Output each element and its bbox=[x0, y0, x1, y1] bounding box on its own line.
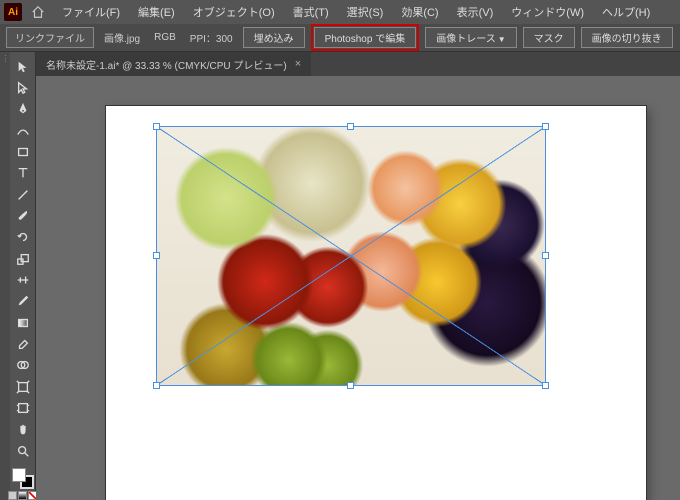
width-tool-icon[interactable] bbox=[11, 269, 35, 290]
edit-in-photoshop-button[interactable]: Photoshop で編集 bbox=[314, 27, 417, 48]
document-tab-bar: 名称未設定-1.ai* @ 33.33 % (CMYK/CPU プレビュー) × bbox=[36, 52, 680, 76]
home-icon[interactable] bbox=[30, 4, 46, 20]
curvature-tool-icon[interactable] bbox=[11, 120, 35, 141]
free-transform-tool-icon[interactable] bbox=[11, 376, 35, 397]
placed-image-selection[interactable] bbox=[156, 126, 546, 386]
menu-edit[interactable]: 編集(E) bbox=[130, 1, 183, 23]
embed-button[interactable]: 埋め込み bbox=[243, 27, 305, 48]
menu-type[interactable]: 書式(T) bbox=[285, 1, 337, 23]
hand-tool-icon[interactable] bbox=[11, 419, 35, 440]
tool-panel bbox=[10, 52, 36, 500]
line-tool-icon[interactable] bbox=[11, 184, 35, 205]
selection-tool-icon[interactable] bbox=[11, 56, 35, 77]
main-area: ⋮ 名称未設定-1.ai bbox=[0, 52, 680, 500]
menu-effect[interactable]: 効果(C) bbox=[393, 1, 446, 23]
pen-tool-icon[interactable] bbox=[11, 99, 35, 120]
crop-image-button[interactable]: 画像の切り抜き bbox=[581, 27, 673, 48]
menu-view[interactable]: 表示(V) bbox=[449, 1, 502, 23]
direct-selection-tool-icon[interactable] bbox=[11, 77, 35, 98]
chevron-down-icon: ▼ bbox=[498, 35, 506, 44]
paintbrush-tool-icon[interactable] bbox=[11, 205, 35, 226]
zoom-tool-icon[interactable] bbox=[11, 440, 35, 461]
image-trace-button[interactable]: 画像トレース▼ bbox=[425, 27, 516, 48]
scale-tool-icon[interactable] bbox=[11, 248, 35, 269]
placed-image bbox=[156, 126, 546, 386]
menu-select[interactable]: 選択(S) bbox=[339, 1, 392, 23]
menu-object[interactable]: オブジェクト(O) bbox=[185, 1, 283, 23]
control-bar: リンクファイル 画像.jpg RGB PPI：300 埋め込み Photosho… bbox=[0, 24, 680, 52]
artboard-tool-icon[interactable] bbox=[11, 398, 35, 419]
type-tool-icon[interactable] bbox=[11, 163, 35, 184]
eraser-tool-icon[interactable] bbox=[11, 333, 35, 354]
gradient-tool-icon[interactable] bbox=[11, 312, 35, 333]
link-file-label[interactable]: リンクファイル bbox=[6, 27, 94, 48]
eyedropper-tool-icon[interactable] bbox=[11, 291, 35, 312]
fill-stroke-swatches[interactable] bbox=[12, 468, 34, 489]
linked-filename: 画像.jpg bbox=[100, 30, 144, 45]
rotate-tool-icon[interactable] bbox=[11, 227, 35, 248]
document-tab[interactable]: 名称未設定-1.ai* @ 33.33 % (CMYK/CPU プレビュー) × bbox=[36, 52, 311, 76]
menu-help[interactable]: ヘルプ(H) bbox=[594, 1, 658, 23]
document-tab-label: 名称未設定-1.ai* @ 33.33 % (CMYK/CPU プレビュー) bbox=[46, 57, 287, 72]
menu-file[interactable]: ファイル(F) bbox=[54, 1, 128, 23]
fill-swatch[interactable] bbox=[12, 468, 26, 482]
mask-button[interactable]: マスク bbox=[523, 27, 575, 48]
shape-builder-tool-icon[interactable] bbox=[11, 355, 35, 376]
panel-dock-strip: ⋮ bbox=[0, 52, 10, 500]
app-icon: Ai bbox=[4, 3, 22, 21]
highlight-annotation: Photoshop で編集 bbox=[311, 24, 420, 51]
image-trace-label: 画像トレース bbox=[436, 34, 496, 45]
rectangle-tool-icon[interactable] bbox=[11, 141, 35, 162]
menu-window[interactable]: ウィンドウ(W) bbox=[503, 1, 592, 23]
color-mode-swatches[interactable] bbox=[8, 491, 37, 500]
canvas-viewport[interactable] bbox=[36, 76, 680, 500]
canvas-area: 名称未設定-1.ai* @ 33.33 % (CMYK/CPU プレビュー) × bbox=[36, 52, 680, 500]
menu-bar: Ai ファイル(F) 編集(E) オブジェクト(O) 書式(T) 選択(S) 効… bbox=[0, 0, 680, 24]
close-icon[interactable]: × bbox=[295, 58, 301, 70]
color-mode: RGB bbox=[150, 32, 180, 43]
ppi-readout: PPI：300 bbox=[186, 30, 237, 45]
